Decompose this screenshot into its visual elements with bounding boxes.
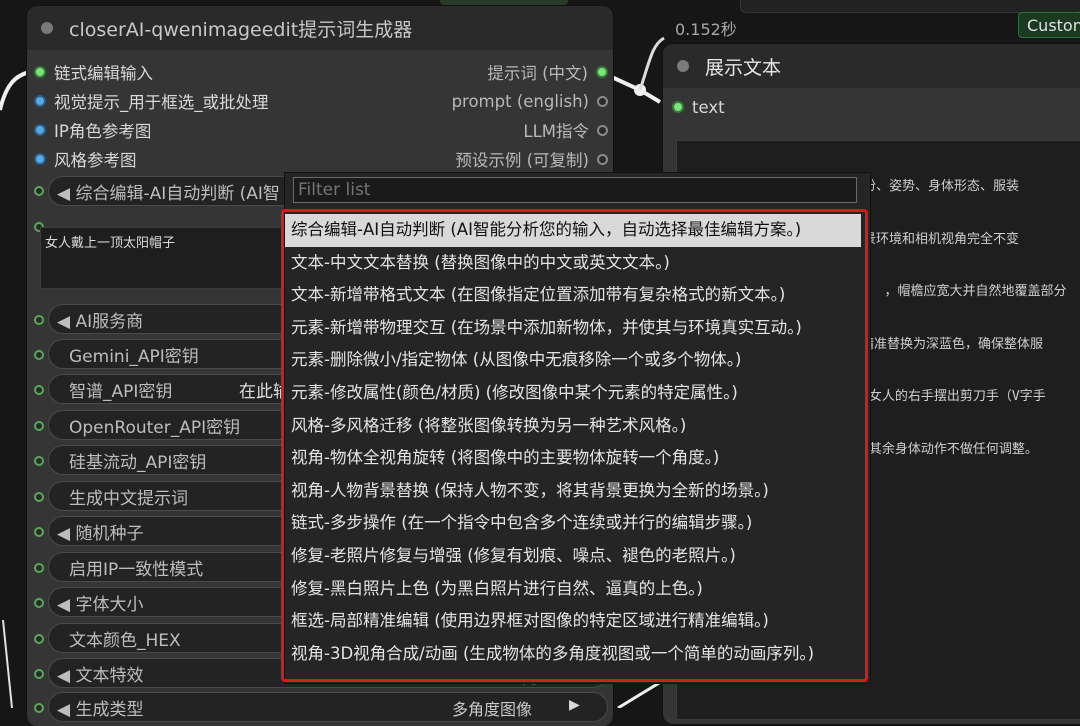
input-socket-icon[interactable] xyxy=(34,124,46,136)
option-item[interactable]: 风格-多风格迁移 (将整张图像转换为另一种艺术风格。) xyxy=(285,410,865,443)
edit-mode-options[interactable]: 综合编辑-AI自动判断 (AI智能分析您的输入，自动选择最佳编辑方案。) 文本-… xyxy=(285,214,865,670)
widget-label: ◀ 文本特效 xyxy=(57,665,144,686)
generation-type-value: 多角度图像 xyxy=(452,700,533,719)
widget-label: 硅基流动_API密钥 xyxy=(69,452,207,473)
node-title: 展示文本 xyxy=(705,56,782,79)
output-socket-icon[interactable] xyxy=(597,153,608,165)
widget-socket-icon[interactable] xyxy=(34,315,44,325)
input-socket-icon[interactable] xyxy=(34,153,46,165)
widget-label: 智谱_API密钥 xyxy=(69,381,173,402)
output-socket-icon[interactable] xyxy=(597,95,608,107)
input-socket-icon[interactable] xyxy=(34,95,46,107)
output-prompt-en[interactable]: prompt (english) xyxy=(452,88,608,114)
widget-label: 启用IP一致性模式 xyxy=(69,559,204,580)
option-item[interactable]: 视角-3D视角合成/动画 (生成物体的多角度视图或一个简单的动画序列。) xyxy=(285,638,865,671)
output-llm-instruction[interactable]: LLM指令 xyxy=(523,117,608,143)
widget-socket-icon[interactable] xyxy=(34,563,44,573)
option-item[interactable]: 元素-修改属性(颜色/材质) (修改图像中某个元素的特定属性。) xyxy=(285,377,865,410)
option-item[interactable]: 视角-物体全视角旋转 (将图像中的主要物体旋转一个角度。) xyxy=(285,442,865,475)
option-item[interactable]: 视角-人物背景替换 (保持人物不变，将其背景更换为全新的场景。) xyxy=(285,475,865,508)
output-label: 提示词 (中文) xyxy=(487,64,588,83)
input-label: 风格参考图 xyxy=(54,151,137,170)
widget-value: 在此输 xyxy=(239,381,290,402)
output-prompt-cn[interactable]: 提示词 (中文) xyxy=(487,59,608,85)
widget-label: ◀ 生成类型 xyxy=(57,699,144,720)
input-label: text xyxy=(692,97,725,117)
option-item[interactable]: 元素-删除微小/指定物体 (从图像中无痕移除一个或多个物体。) xyxy=(285,344,865,377)
option-item[interactable]: 文本-中文文本替换 (替换图像中的中文或英文文本。) xyxy=(285,247,865,280)
input-visual-prompt[interactable]: 视觉提示_用于框选_或批处理 xyxy=(34,88,269,114)
widget-socket-icon[interactable] xyxy=(34,527,44,537)
option-item[interactable]: 修复-黑白照片上色 (为黑白照片进行自然、逼真的上色。) xyxy=(285,573,865,606)
widget-socket-icon[interactable] xyxy=(34,634,44,644)
widget-socket-icon[interactable] xyxy=(34,186,44,196)
widget-label: ◀ 综合编辑-AI自动判断 (AI智 xyxy=(57,183,280,204)
collapse-dot-icon[interactable] xyxy=(677,60,689,72)
node-title-bar[interactable]: 展示文本 xyxy=(663,44,1080,88)
widget-label: 文本颜色_HEX xyxy=(69,630,181,651)
next-arrow-icon[interactable]: ▶ xyxy=(569,697,580,713)
input-text[interactable]: text xyxy=(672,94,725,120)
node-title: closerAI-qwenimageedit提示词生成器 xyxy=(69,18,413,41)
output-preset-examples[interactable]: 预设示例 (可复制) xyxy=(455,146,608,172)
widget-label: Gemini_API密钥 xyxy=(69,346,199,367)
widget-socket-icon[interactable] xyxy=(34,492,44,502)
node-title-bar[interactable]: closerAI-qwenimageedit提示词生成器 xyxy=(27,6,613,50)
output-label: 预设示例 (可复制) xyxy=(455,151,589,170)
widget-label: ◀ AI服务商 xyxy=(57,311,144,332)
widget-label: 生成中文提示词 xyxy=(69,488,188,509)
widget-socket-icon[interactable] xyxy=(34,350,44,360)
output-label: LLM指令 xyxy=(523,122,589,141)
widget-label: ◀ 字体大小 xyxy=(57,594,144,615)
option-item[interactable]: 链式-多步操作 (在一个指令中包含多个连续或并行的编辑步骤。) xyxy=(285,507,865,540)
widget-socket-icon[interactable] xyxy=(34,456,44,466)
collapse-dot-icon[interactable] xyxy=(41,22,53,34)
option-item[interactable]: 修复-老照片修复与增强 (修复有划痕、噪点、褪色的老照片。) xyxy=(285,540,865,573)
input-socket-icon[interactable] xyxy=(34,66,46,78)
widget-socket-icon[interactable] xyxy=(34,669,44,679)
widget-label: ◀ 随机种子 xyxy=(57,523,144,544)
widget-socket-icon[interactable] xyxy=(34,421,44,431)
input-label: 链式编辑输入 xyxy=(54,64,153,83)
output-socket-icon[interactable] xyxy=(596,66,608,78)
option-item-selected[interactable]: 综合编辑-AI自动判断 (AI智能分析您的输入，自动选择最佳编辑方案。) xyxy=(285,214,861,247)
widget-socket-icon[interactable] xyxy=(34,598,44,608)
option-item[interactable]: 元素-新增带物理交互 (在场景中添加新物体，并使其与环境真实互动。) xyxy=(285,312,865,345)
input-socket-icon[interactable] xyxy=(672,101,684,113)
execution-time: 0.152秒 xyxy=(675,20,737,39)
widget-socket-icon[interactable] xyxy=(34,703,44,713)
option-item[interactable]: 文本-新增带格式文本 (在图像指定位置添加带有复杂格式的新文本。) xyxy=(285,279,865,312)
output-label: prompt (english) xyxy=(451,91,589,111)
input-style-reference[interactable]: 风格参考图 xyxy=(34,146,137,172)
input-label: IP角色参考图 xyxy=(54,122,152,141)
input-chain-edit[interactable]: 链式编辑输入 xyxy=(34,59,153,85)
filter-list-input[interactable] xyxy=(293,177,857,203)
input-ip-reference[interactable]: IP角色参考图 xyxy=(34,117,151,143)
output-socket-icon[interactable] xyxy=(597,124,608,136)
widget-socket-icon[interactable] xyxy=(34,385,44,395)
custom-node-badge[interactable]: Custon xyxy=(1018,12,1080,38)
input-label: 视觉提示_用于框选_或批处理 xyxy=(54,93,269,112)
widget-label: OpenRouter_API密钥 xyxy=(69,417,241,438)
option-item[interactable]: 框选-局部精准编辑 (使用边界框对图像的特定区域进行精准编辑。) xyxy=(285,605,865,638)
